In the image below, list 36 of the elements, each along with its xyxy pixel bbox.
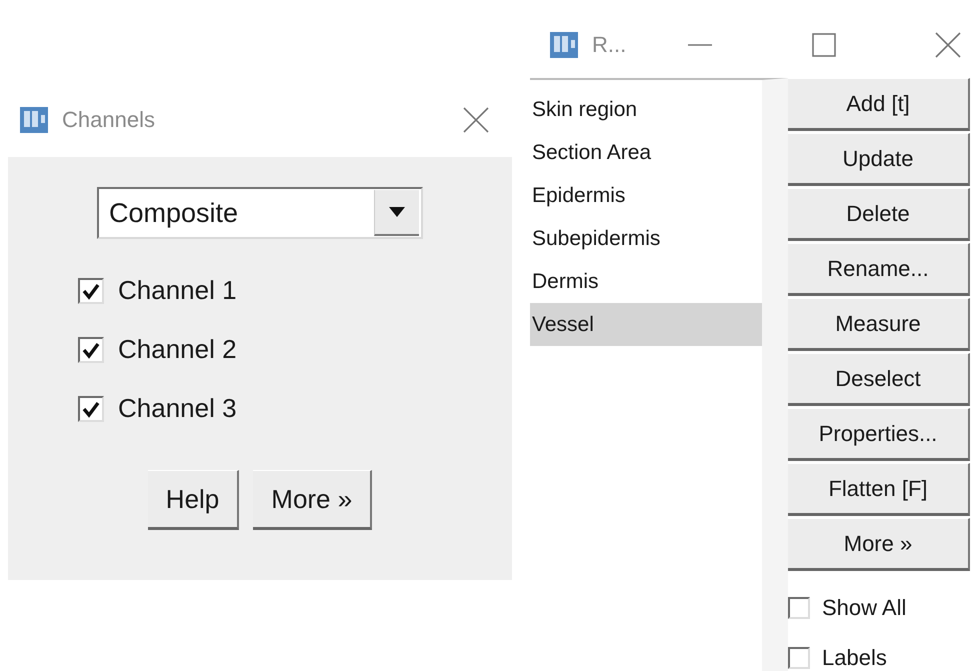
close-icon[interactable] (934, 31, 962, 59)
window-title: Channels (62, 107, 155, 133)
roi-button[interactable]: Deselect (788, 353, 970, 406)
checkbox[interactable] (788, 647, 810, 669)
maximize-icon[interactable] (810, 31, 838, 59)
roi-button[interactable]: Measure (788, 298, 970, 351)
roi-button[interactable]: Delete (788, 188, 970, 241)
checkbox[interactable] (78, 396, 104, 422)
roi-button[interactable]: More » (788, 518, 970, 571)
list-item[interactable]: Dermis (530, 260, 762, 303)
list-item[interactable]: Vessel (530, 303, 762, 346)
roi-button[interactable]: Update (788, 133, 970, 186)
app-icon (20, 107, 48, 133)
dialog-button[interactable]: Help (148, 470, 240, 530)
roi-button[interactable]: Rename... (788, 243, 970, 296)
checkbox-label: Channel 3 (118, 393, 237, 424)
roi-button[interactable]: Flatten [F] (788, 463, 970, 516)
checkbox[interactable] (78, 336, 104, 362)
dialog-button[interactable]: More » (253, 470, 372, 530)
list-item[interactable]: Skin region (530, 88, 762, 131)
mode-dropdown[interactable]: Composite (97, 187, 423, 239)
close-icon[interactable] (462, 106, 490, 134)
dropdown-arrow-icon (389, 207, 405, 217)
checkbox-label: Show All (822, 595, 906, 621)
checkbox-label: Labels (822, 645, 887, 671)
checkbox-label: Channel 1 (118, 275, 237, 306)
window-title: R... (592, 32, 626, 58)
app-icon (550, 32, 578, 58)
checkbox[interactable] (788, 597, 810, 619)
list-item[interactable]: Section Area (530, 131, 762, 174)
checkbox[interactable] (78, 278, 104, 304)
list-item[interactable]: Subepidermis (530, 217, 762, 260)
checkbox-label: Channel 2 (118, 334, 237, 365)
roi-button[interactable]: Properties... (788, 408, 970, 461)
list-item[interactable]: Epidermis (530, 174, 762, 217)
roi-button[interactable]: Add [t] (788, 78, 970, 131)
